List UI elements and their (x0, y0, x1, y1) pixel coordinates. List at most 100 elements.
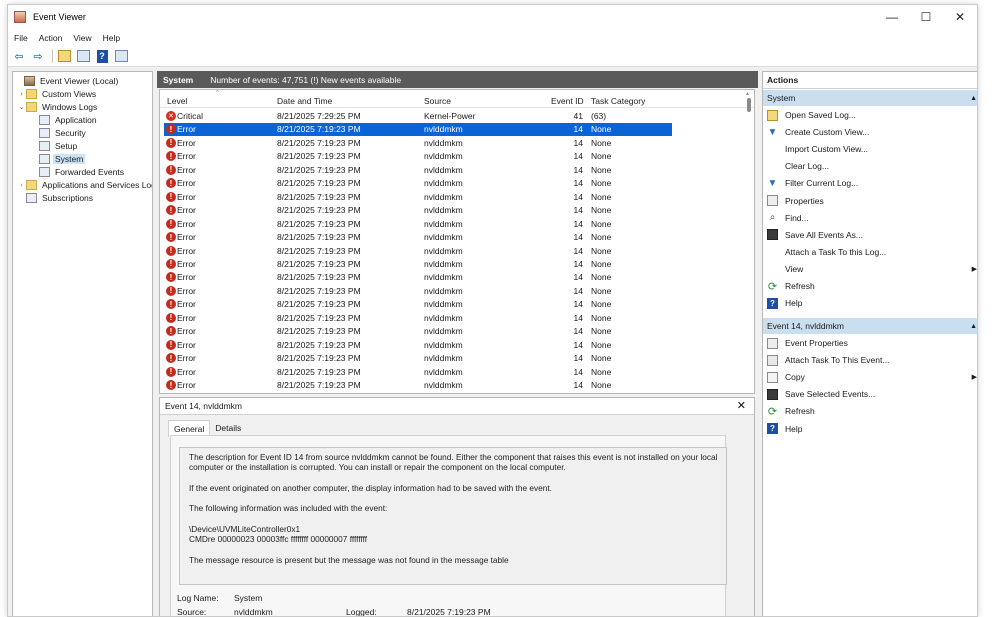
table-row[interactable]: ! Error 8/21/2025 7:19:23 PM nvlddmkm 14 None (164, 191, 672, 204)
menu-help[interactable]: Help (103, 33, 120, 43)
folder-icon (26, 180, 37, 190)
task-category-cell: None (591, 272, 612, 283)
action-item[interactable]: ? Help (763, 421, 977, 437)
show-hide-action-pane-icon[interactable] (113, 48, 129, 64)
back-arrow-icon[interactable]: ⇦ (11, 48, 27, 64)
filter-icon: ▼ (767, 177, 778, 189)
table-row[interactable]: ! Error 8/21/2025 7:19:23 PM nvlddmkm 14 None (164, 204, 672, 217)
collapse-chevron-icon[interactable]: ⌄ (17, 103, 26, 111)
event-id-cell: 14 (573, 245, 583, 256)
minimize-button[interactable]: — (875, 5, 909, 29)
expand-chevron-icon[interactable]: › (17, 91, 26, 98)
date-time-cell: 8/21/2025 7:19:23 PM (277, 299, 361, 310)
source-cell: nvlddmkm (424, 353, 463, 364)
expand-chevron-icon[interactable]: › (17, 182, 26, 189)
table-row[interactable]: ! Error 8/21/2025 7:19:23 PM nvlddmkm 14 None (164, 245, 672, 258)
column-task-category[interactable]: Task Category (591, 96, 645, 106)
tree-item-forwarded-events[interactable]: Forwarded Events (39, 166, 126, 178)
scrollbar-thumb[interactable] (747, 98, 751, 112)
action-item[interactable]: Event Properties (763, 335, 977, 351)
collapse-arrow-icon[interactable]: ▲ (970, 95, 977, 102)
tree-item-setup[interactable]: Setup (39, 140, 79, 152)
table-row[interactable]: ! Error 8/21/2025 7:19:23 PM nvlddmkm 14 None (164, 271, 672, 284)
event-id-cell: 14 (573, 326, 583, 337)
action-item[interactable]: ▼ Create Custom View... (763, 124, 977, 140)
column-event-id[interactable]: Event ID (551, 96, 584, 106)
tree-item-security[interactable]: Security (39, 127, 88, 139)
task-category-cell: None (591, 178, 612, 189)
tree-item-custom-views[interactable]: › Custom Views (17, 88, 98, 100)
save-icon (767, 388, 778, 400)
table-row[interactable]: ! Error 8/21/2025 7:19:23 PM nvlddmkm 14 None (164, 285, 672, 298)
action-label: Help (785, 298, 803, 309)
tree-item-subscriptions[interactable]: Subscriptions (17, 192, 95, 204)
error-icon: ! (166, 380, 176, 390)
table-row[interactable]: ! Error 8/21/2025 7:19:23 PM nvlddmkm 14 None (164, 258, 672, 271)
menu-view[interactable]: View (73, 33, 91, 43)
column-source[interactable]: Source (424, 96, 451, 106)
maximize-button[interactable]: ☐ (909, 5, 943, 29)
date-time-cell: 8/21/2025 7:19:23 PM (277, 151, 361, 162)
action-item[interactable]: Open Saved Log... (763, 107, 977, 123)
event-description[interactable]: The description for Event ID 14 from sou… (179, 447, 727, 585)
action-item[interactable]: View ▶ (763, 261, 977, 277)
table-row[interactable]: ! Error 8/21/2025 7:19:23 PM nvlddmkm 14 None (164, 339, 672, 352)
action-item[interactable]: Copy ▶ (763, 369, 977, 385)
source-cell: nvlddmkm (424, 285, 463, 296)
actions-section-event[interactable]: Event 14, nvlddmkm ▲ (763, 318, 977, 334)
close-button[interactable]: ✕ (943, 5, 977, 29)
tree-label: System (53, 154, 86, 164)
action-item[interactable]: Save All Events As... (763, 227, 977, 243)
action-item[interactable]: ▼ Filter Current Log... (763, 175, 977, 191)
help-icon[interactable]: ? (94, 48, 110, 64)
tree-item-event-viewer-local[interactable]: Event Viewer (Local) (15, 75, 120, 87)
level-cell: Error (177, 124, 196, 135)
table-row[interactable]: ! Error 8/21/2025 7:19:23 PM nvlddmkm 14 None (164, 177, 672, 190)
up-folder-icon[interactable] (56, 48, 72, 64)
action-item[interactable]: Properties (763, 193, 977, 209)
column-date-time[interactable]: Date and Time (277, 96, 332, 106)
general-tab-content: The description for Event ID 14 from sou… (170, 435, 727, 616)
task-category-cell: None (591, 299, 612, 310)
forward-arrow-icon[interactable]: ⇨ (30, 48, 46, 64)
tree-item-windows-logs[interactable]: ⌄ Windows Logs (17, 101, 99, 113)
table-row[interactable]: ! Error 8/21/2025 7:19:23 PM nvlddmkm 14 None (164, 325, 672, 338)
action-item[interactable]: Attach Task To This Event... (763, 352, 977, 368)
table-row[interactable]: ! Error 8/21/2025 7:19:23 PM nvlddmkm 14 None (164, 231, 672, 244)
collapse-arrow-icon[interactable]: ▲ (970, 323, 977, 330)
action-item[interactable]: ⟳ Refresh (763, 403, 977, 419)
show-hide-tree-icon[interactable] (75, 48, 91, 64)
menu-file[interactable]: File (14, 33, 28, 43)
tree-item-applications-and-services[interactable]: › Applications and Services Log (17, 179, 152, 191)
sort-caret-icon: ^ (216, 90, 219, 96)
table-row[interactable]: ! Error 8/21/2025 7:19:23 PM nvlddmkm 14 None (164, 137, 672, 150)
action-item[interactable]: Clear Log... (763, 158, 977, 174)
column-level[interactable]: Level (167, 96, 187, 106)
action-item[interactable]: Save Selected Events... (763, 386, 977, 402)
action-item[interactable]: ? Help (763, 295, 977, 311)
table-row[interactable]: ! Error 8/21/2025 7:19:23 PM nvlddmkm 14 None (164, 123, 672, 137)
table-row[interactable]: ✕ Critical 8/21/2025 7:29:25 PM Kernel-Powe… (164, 110, 672, 123)
scroll-up-icon[interactable]: ▲ (745, 91, 750, 97)
actions-section-system[interactable]: System ▲ (763, 90, 977, 106)
table-row[interactable]: ! Error 8/21/2025 7:19:23 PM nvlddmkm 14 None (164, 366, 672, 379)
table-row[interactable]: ! Error 8/21/2025 7:19:23 PM nvlddmkm 14 None (164, 164, 672, 177)
title-bar[interactable]: Event Viewer — ☐ ✕ (8, 5, 977, 29)
tree-item-system[interactable]: System (39, 153, 86, 165)
table-row[interactable]: ! Error 8/21/2025 7:19:23 PM nvlddmkm 14 None (164, 312, 672, 325)
date-time-cell: 8/21/2025 7:19:23 PM (277, 205, 361, 216)
table-row[interactable]: ! Error 8/21/2025 7:19:23 PM nvlddmkm 14 None (164, 218, 672, 231)
log-name-label: Log Name: (177, 593, 219, 603)
action-item[interactable]: ⌕ Find... (763, 210, 977, 226)
action-label: Attach Task To This Event... (785, 355, 890, 366)
action-item[interactable]: ⟳ Refresh (763, 278, 977, 294)
table-row[interactable]: ! Error 8/21/2025 7:19:23 PM nvlddmkm 14 None (164, 150, 672, 163)
tree-item-application[interactable]: Application (39, 114, 99, 126)
table-row[interactable]: ! Error 8/21/2025 7:19:23 PM nvlddmkm 14 None (164, 379, 672, 392)
action-item[interactable]: Attach a Task To this Log... (763, 244, 977, 260)
table-row[interactable]: ! Error 8/21/2025 7:19:23 PM nvlddmkm 14 None (164, 298, 672, 311)
table-row[interactable]: ! Error 8/21/2025 7:19:23 PM nvlddmkm 14 None (164, 352, 672, 365)
close-icon[interactable]: ✕ (737, 399, 746, 412)
action-item[interactable]: Import Custom View... (763, 141, 977, 157)
menu-action[interactable]: Action (39, 33, 63, 43)
